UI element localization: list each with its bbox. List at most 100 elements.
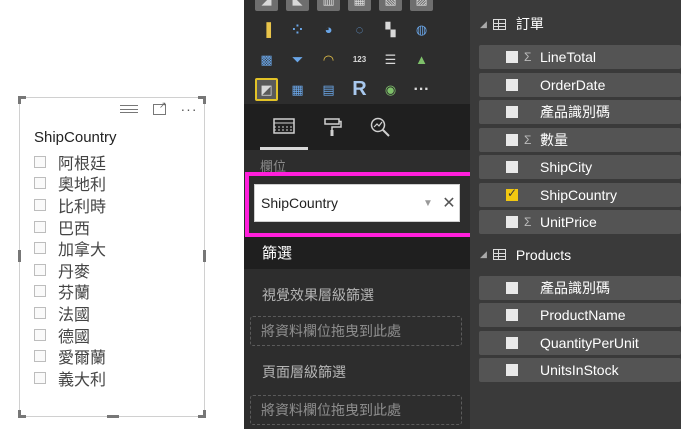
- checkbox[interactable]: [34, 371, 46, 384]
- field-row[interactable]: QuantityPerUnit: [479, 330, 681, 355]
- field-row[interactable]: ShipCountry: [479, 182, 681, 207]
- resize-handle-bottom-right[interactable]: [198, 410, 206, 418]
- resize-handle-left[interactable]: [18, 250, 21, 262]
- checkbox[interactable]: [34, 263, 46, 276]
- slicer-item[interactable]: 義大利: [34, 367, 106, 389]
- ribbon-chart-icon[interactable]: ▥: [317, 0, 340, 11]
- checkbox[interactable]: [34, 350, 46, 363]
- visual-gallery: ◢ ◣ ▥ ▦ ▧ ▨ ▐ ⁘ ◕ ◌ ▚ ◍ ▩ ⏷ ◠ 123 ☰ ▲ ◩ ▦ ▤ R ◉ ···: [255, 0, 433, 101]
- multi-row-card-icon[interactable]: ☰: [379, 48, 402, 71]
- slicer-item[interactable]: 巴西: [34, 216, 106, 238]
- slicer-item[interactable]: 阿根廷: [34, 151, 106, 173]
- gauge-icon[interactable]: ◠: [317, 48, 340, 71]
- field-checkbox[interactable]: [506, 78, 518, 91]
- field-row[interactable]: Σ LineTotal: [479, 45, 681, 69]
- area-chart-icon[interactable]: ◢: [255, 0, 278, 11]
- slicer-item-label: 比利時: [58, 198, 107, 216]
- slicer-visual[interactable]: ··· ShipCountry 阿根廷奧地利比利時巴西加拿大丹麥芬蘭法國德國愛爾…: [18, 96, 206, 418]
- checkbox[interactable]: [34, 242, 46, 255]
- checkbox[interactable]: [34, 328, 46, 341]
- slicer-item[interactable]: 愛爾蘭: [34, 345, 106, 367]
- focus-mode-icon[interactable]: [150, 100, 168, 116]
- remove-field-icon[interactable]: ✕: [439, 193, 459, 213]
- field-row[interactable]: 產品識別碼: [479, 275, 681, 300]
- field-row[interactable]: ProductName: [479, 303, 681, 327]
- field-checkbox[interactable]: [506, 133, 518, 146]
- field-row[interactable]: ShipCity: [479, 155, 681, 179]
- slicer-item[interactable]: 丹麥: [34, 259, 106, 281]
- fields-tab-icon[interactable]: [260, 104, 308, 150]
- map-icon[interactable]: ◍: [410, 18, 433, 41]
- field-checkbox[interactable]: [506, 216, 518, 228]
- drag-handle-icon[interactable]: [120, 102, 138, 116]
- slicer-item[interactable]: 德國: [34, 324, 106, 346]
- slicer-toolbar: ···: [120, 100, 198, 117]
- table-name: Products: [515, 246, 572, 263]
- resize-handle-bottom-left[interactable]: [18, 410, 26, 418]
- r-script-icon[interactable]: R: [348, 78, 371, 101]
- analytics-tab-icon[interactable]: [356, 104, 404, 150]
- pie-chart-icon[interactable]: ◕: [317, 18, 340, 41]
- resize-handle-right[interactable]: [203, 250, 206, 262]
- slicer-item[interactable]: 法國: [34, 302, 106, 324]
- field-row[interactable]: UnitsInStock: [479, 358, 681, 382]
- checkbox[interactable]: [34, 220, 46, 233]
- pie-chart-top-icon[interactable]: ▨: [410, 0, 433, 11]
- scatter-icon[interactable]: ⁘: [286, 18, 309, 41]
- visual-filter-drop-zone[interactable]: 將資料欄位拖曳到此處: [250, 316, 462, 346]
- more-options-icon[interactable]: ···: [180, 102, 198, 116]
- field-checkbox[interactable]: [506, 336, 518, 349]
- collapse-icon[interactable]: ◢: [480, 19, 487, 30]
- slicer-item[interactable]: 比利時: [34, 194, 106, 216]
- scatter-chart-icon[interactable]: ▧: [379, 0, 402, 11]
- chevron-down-icon[interactable]: ▼: [423, 198, 439, 209]
- field-checkbox[interactable]: [506, 51, 518, 63]
- resize-handle-bottom[interactable]: [107, 415, 119, 418]
- waterfall-chart-icon[interactable]: ▐: [255, 18, 278, 41]
- slicer-title: ShipCountry: [34, 129, 117, 146]
- field-checkbox[interactable]: [506, 186, 518, 201]
- field-row[interactable]: Σ 數量: [479, 127, 681, 152]
- more-visuals-icon[interactable]: ···: [410, 78, 433, 101]
- table-icon[interactable]: ▦: [286, 78, 309, 101]
- globe-icon[interactable]: ◉: [379, 78, 402, 101]
- table-header[interactable]: ◢ Products: [480, 241, 571, 269]
- checkbox[interactable]: [34, 306, 46, 319]
- slicer-item[interactable]: 奧地利: [34, 173, 106, 194]
- resize-handle-top-left[interactable]: [18, 96, 26, 104]
- checkbox[interactable]: [34, 177, 46, 190]
- field-checkbox[interactable]: [506, 161, 518, 173]
- slicer-icon[interactable]: ◩: [255, 78, 278, 101]
- slicer-item[interactable]: 加拿大: [34, 237, 106, 259]
- checkbox[interactable]: [34, 198, 46, 211]
- treemap-icon[interactable]: ▚: [379, 18, 402, 41]
- slicer-item-label: 巴西: [58, 220, 91, 238]
- funnel-icon[interactable]: ⏷: [286, 48, 309, 71]
- card-icon[interactable]: 123: [348, 48, 371, 71]
- slicer-item[interactable]: 芬蘭: [34, 281, 106, 302]
- matrix-icon[interactable]: ▤: [317, 78, 340, 101]
- resize-handle-top-right[interactable]: [198, 96, 206, 104]
- field-checkbox[interactable]: [506, 364, 518, 376]
- stacked-area-icon[interactable]: ◣: [286, 0, 309, 11]
- kpi-icon[interactable]: ▲: [410, 48, 433, 71]
- table-header[interactable]: ◢ 訂單: [480, 10, 544, 38]
- donut-chart-icon[interactable]: ◌: [348, 18, 371, 41]
- fields-well-label: 欄位: [260, 159, 287, 174]
- field-row[interactable]: OrderDate: [479, 72, 681, 97]
- slicer-item-label: 義大利: [58, 371, 107, 389]
- format-tab-icon[interactable]: [308, 104, 356, 150]
- field-well[interactable]: ShipCountry ▼ ✕: [254, 184, 460, 222]
- field-row[interactable]: 產品識別碼: [479, 100, 681, 124]
- page-filter-drop-zone[interactable]: 將資料欄位拖曳到此處: [250, 395, 462, 425]
- field-checkbox[interactable]: [506, 309, 518, 321]
- field-row[interactable]: Σ UnitPrice: [479, 210, 681, 234]
- waterfall-icon[interactable]: ▦: [348, 0, 371, 11]
- checkbox[interactable]: [34, 285, 46, 298]
- field-checkbox[interactable]: [506, 281, 518, 294]
- field-checkbox[interactable]: [506, 106, 518, 118]
- visual-level-filters-label: 視覺效果層級篩選: [262, 287, 374, 303]
- checkbox[interactable]: [34, 155, 46, 168]
- collapse-icon[interactable]: ◢: [480, 249, 487, 260]
- filled-map-icon[interactable]: ▩: [255, 48, 278, 71]
